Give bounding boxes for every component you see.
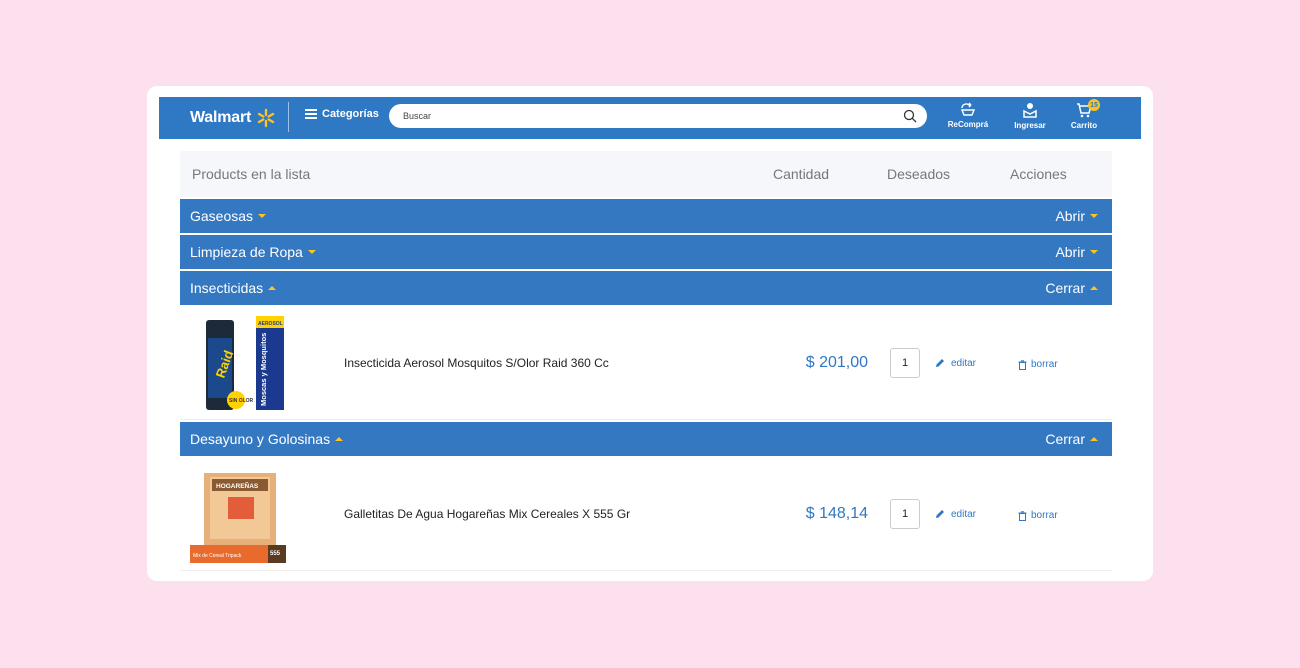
product-name[interactable]: Insecticida Aerosol Mosquitos S/Olor Rai…	[344, 356, 609, 370]
search-icon[interactable]	[903, 109, 917, 123]
category-bar-gaseosas[interactable]: Gaseosas Abrir	[180, 199, 1112, 233]
category-toggle[interactable]: Abrir	[1055, 244, 1098, 260]
product-name[interactable]: Galletitas De Agua Hogareñas Mix Cereale…	[344, 507, 630, 521]
category-name: Limpieza de Ropa	[190, 244, 316, 260]
category-toggle[interactable]: Cerrar	[1045, 431, 1098, 447]
header-divider	[288, 102, 289, 132]
pencil-icon	[936, 359, 944, 367]
toggle-label: Cerrar	[1045, 431, 1085, 447]
caret-up-icon	[1090, 286, 1098, 290]
caret-down-icon	[258, 214, 267, 218]
caret-up-icon	[335, 437, 344, 441]
toggle-label: Abrir	[1055, 244, 1085, 260]
weight-text: 555	[270, 551, 281, 557]
cart-label: Carrito	[1070, 121, 1098, 130]
row-divider	[180, 419, 1112, 420]
pencil-icon	[936, 510, 944, 518]
edit-label: editar	[951, 357, 977, 369]
toggle-label: Cerrar	[1045, 280, 1085, 296]
product-image-galletitas: HOGAREÑAS Mix de Cereal Tripack 555	[190, 473, 286, 563]
cart-count-badge: 15	[1088, 99, 1100, 111]
product-image-raid: Raid SIN OLOR AEROSOL Moscas y Mosquitos	[206, 316, 284, 410]
column-quantity: Cantidad	[773, 166, 830, 182]
category-toggle[interactable]: Abrir	[1055, 208, 1098, 224]
tripack-text: Mix de Cereal Tripack	[193, 553, 242, 559]
walmart-logo[interactable]: Walmart	[190, 107, 277, 129]
category-bar-desayuno[interactable]: Desayuno y Golosinas Cerrar	[180, 422, 1112, 456]
edit-label: editar	[951, 508, 977, 520]
caret-up-icon	[1090, 437, 1098, 441]
list-column-header: Products en la lista Cantidad Deseados A…	[180, 151, 1112, 197]
search-input[interactable]	[403, 111, 903, 121]
delete-label: borrar	[1031, 510, 1058, 521]
recompra-button[interactable]: ReComprá	[943, 100, 993, 129]
cart-button[interactable]: 15 Carrito	[1059, 99, 1109, 130]
column-products: Products en la lista	[192, 166, 311, 182]
edit-button[interactable]: editar	[934, 357, 976, 369]
hogarenas-brand-text: HOGAREÑAS	[216, 481, 259, 490]
menu-icon	[305, 109, 317, 119]
caret-down-icon	[1090, 214, 1098, 218]
no-smell-text: SIN OLOR	[229, 398, 254, 404]
caret-down-icon	[1090, 250, 1098, 254]
quantity-field[interactable]: 1	[890, 499, 920, 529]
caret-up-icon	[268, 286, 277, 290]
brand-name: Walmart	[190, 109, 252, 126]
column-wished: Deseados	[887, 166, 951, 182]
aerosol-text: AEROSOL	[258, 321, 283, 327]
moscas-mosquitos-text: Moscas y Mosquitos	[259, 333, 268, 406]
categories-label: Categorías	[322, 108, 379, 120]
login-label: Ingresar	[1014, 121, 1046, 130]
edit-button[interactable]: editar	[934, 508, 976, 520]
row-divider	[180, 570, 1112, 571]
category-name: Gaseosas	[190, 208, 267, 224]
category-name: Insecticidas	[190, 280, 277, 296]
category-name: Desayuno y Golosinas	[190, 431, 344, 447]
list-item-galletitas: HOGAREÑAS Mix de Cereal Tripack 555 Gall…	[180, 457, 1112, 571]
search-bar	[389, 104, 927, 128]
delete-label: borrar	[1031, 359, 1058, 370]
category-label: Desayuno y Golosinas	[190, 431, 331, 447]
top-header: Walmart Categorías ReComprá	[159, 97, 1141, 139]
user-icon	[1023, 103, 1037, 118]
login-button[interactable]: Ingresar	[1005, 101, 1055, 130]
list-item-raid: Raid SIN OLOR AEROSOL Moscas y Mosquitos…	[180, 306, 1112, 420]
category-toggle[interactable]: Cerrar	[1045, 280, 1098, 296]
recompra-icon	[960, 102, 976, 116]
category-label: Limpieza de Ropa	[190, 244, 303, 260]
category-bar-insecticidas[interactable]: Insecticidas Cerrar	[180, 271, 1112, 305]
product-price: $ 201,00	[805, 354, 868, 371]
column-actions: Acciones	[1010, 166, 1067, 182]
category-label: Gaseosas	[190, 208, 254, 224]
categories-button[interactable]: Categorías	[305, 108, 379, 120]
trash-icon	[1018, 359, 1027, 370]
quantity-field[interactable]: 1	[890, 348, 920, 378]
trash-icon	[1018, 510, 1027, 521]
category-bar-limpieza[interactable]: Limpieza de Ropa Abrir	[180, 235, 1112, 269]
toggle-label: Abrir	[1055, 208, 1085, 224]
category-label: Insecticidas	[190, 280, 264, 296]
spark-icon	[257, 108, 275, 128]
caret-down-icon	[307, 250, 316, 254]
delete-button[interactable]: borrar	[1018, 359, 1058, 370]
product-price: $ 148,14	[805, 505, 868, 522]
recompra-label: ReComprá	[947, 120, 989, 129]
delete-button[interactable]: borrar	[1018, 510, 1058, 521]
